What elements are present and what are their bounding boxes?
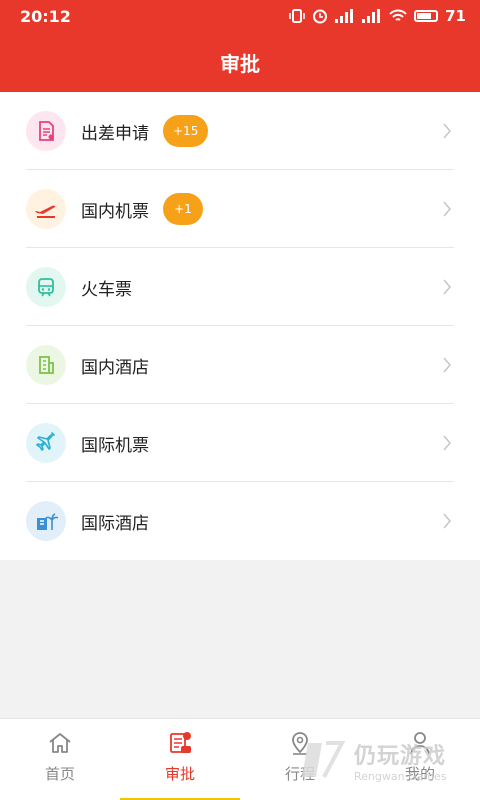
- list-item-label: 国际酒店: [81, 513, 149, 534]
- tab-label: 审批: [164, 765, 195, 783]
- train-icon: [26, 267, 66, 307]
- list-item-international-flight[interactable]: 国际机票: [0, 404, 480, 482]
- list-item-label: 国际机票: [81, 435, 149, 456]
- status-time: 20:12: [20, 6, 71, 26]
- wifi-icon: [389, 9, 407, 21]
- page-header: 审批: [0, 32, 480, 92]
- list-item-travel-request[interactable]: 出差申请 +15: [0, 92, 480, 170]
- tab-approval[interactable]: 审批: [120, 719, 240, 800]
- battery-icon: [414, 10, 439, 22]
- tab-label: 我的: [404, 765, 435, 783]
- chevron-right-icon: [443, 279, 452, 295]
- signal-icon: [335, 9, 354, 23]
- building-icon: [26, 345, 66, 385]
- bottom-tab-bar: 首页 审批 行程 我的: [0, 718, 480, 800]
- chevron-right-icon: [443, 435, 452, 451]
- airplane-icon: [26, 423, 66, 463]
- document-icon: [26, 111, 66, 151]
- chevron-right-icon: [443, 357, 452, 373]
- vibrate-icon: [289, 9, 305, 23]
- tab-label: 行程: [284, 765, 315, 783]
- list-item-domestic-flight[interactable]: 国内机票 +1: [0, 170, 480, 248]
- list-item-train-ticket[interactable]: 火车票: [0, 248, 480, 326]
- signal-icon-2: [362, 9, 381, 23]
- alarm-icon: [313, 9, 328, 24]
- list-item-international-hotel[interactable]: 国际酒店: [0, 482, 480, 560]
- list-item-domestic-hotel[interactable]: 国内酒店: [0, 326, 480, 404]
- list-item-label: 国内机票: [81, 201, 149, 222]
- page-title: 审批: [220, 51, 260, 76]
- tab-profile[interactable]: 我的: [360, 719, 480, 800]
- chevron-right-icon: [443, 201, 452, 217]
- battery-level: 71: [445, 7, 466, 25]
- hotel-palm-icon: [26, 501, 66, 541]
- tab-label: 首页: [44, 765, 75, 783]
- location-icon: [288, 729, 312, 757]
- count-badge: +1: [163, 193, 203, 225]
- list-item-label: 火车票: [81, 279, 132, 300]
- status-bar: 20:12 71: [0, 0, 480, 32]
- status-icons: 71: [289, 7, 466, 25]
- user-icon: [408, 729, 432, 757]
- chevron-right-icon: [443, 123, 452, 139]
- count-badge: +15: [163, 115, 209, 147]
- list-item-label: 出差申请: [81, 123, 149, 144]
- list-item-label: 国内酒店: [81, 357, 149, 378]
- home-icon: [47, 729, 73, 757]
- approval-list: 出差申请 +15 国内机票 +1 火车票 国内酒店 国际机票 国际酒店: [0, 92, 480, 560]
- plane-takeoff-icon: [26, 189, 66, 229]
- approval-icon: [167, 729, 193, 757]
- tab-home[interactable]: 首页: [0, 719, 120, 800]
- chevron-right-icon: [443, 513, 452, 529]
- tab-itinerary[interactable]: 行程: [240, 719, 360, 800]
